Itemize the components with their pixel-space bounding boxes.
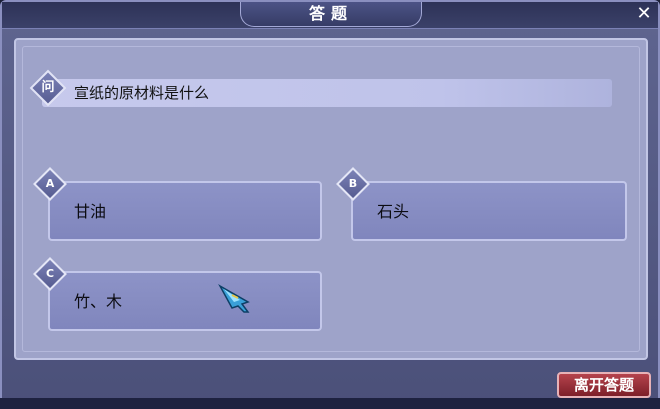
question-badge-label: 问 [41,80,55,95]
quiz-window: 答题 ✕ 问 宣纸的原材料是什么 甘油 A 石头 B 竹、木 C 离开答题 [0,0,660,409]
option-a-text: 甘油 [74,202,107,221]
option-a-button[interactable]: 甘油 [48,181,322,241]
question-text: 宣纸的原材料是什么 [74,84,210,102]
feather-cursor-icon [218,284,250,313]
window-title: 答题 [240,2,422,27]
option-a-letter: A [45,177,55,190]
option-b-text: 石头 [377,202,410,221]
option-c-button[interactable]: 竹、木 [48,271,322,331]
option-b-button[interactable]: 石头 [351,181,627,241]
option-c-letter: C [45,267,55,280]
game-background-strip [0,398,660,409]
close-icon[interactable]: ✕ [634,4,654,24]
option-b-letter: B [348,177,358,190]
leave-quiz-button[interactable]: 离开答题 [557,372,651,398]
option-c-text: 竹、木 [74,292,123,311]
title-bar: 答题 ✕ [2,2,658,29]
